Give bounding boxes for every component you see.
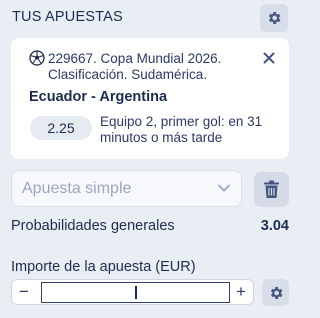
- soccer-ball-icon: [29, 50, 45, 66]
- bet-slip-title: TUS APUESTAS: [12, 9, 123, 25]
- event-name: 229667. Copa Mundial 2026. Clasificación…: [48, 51, 222, 82]
- stake-input[interactable]: [41, 282, 230, 303]
- stake-settings-button[interactable]: [262, 279, 289, 306]
- stake-label: Importe de la apuesta (EUR): [11, 259, 196, 275]
- overall-odds-value: 3.04: [260, 218, 289, 234]
- header-settings-button[interactable]: [260, 4, 288, 32]
- overall-odds-label: Probabilidades generales: [11, 218, 175, 234]
- bet-type-select[interactable]: Apuesta simple: [11, 170, 242, 207]
- gear-icon: [268, 12, 281, 24]
- stake-decrease-button[interactable]: −: [12, 280, 36, 304]
- bet-type-value: Apuesta simple: [22, 180, 132, 197]
- text-caret: [135, 286, 137, 299]
- bet-slip-header: TUS APUESTAS: [0, 0, 300, 34]
- stake-increase-button[interactable]: +: [229, 280, 253, 304]
- close-icon[interactable]: [262, 51, 276, 65]
- bet-card: 229667. Copa Mundial 2026. Clasificación…: [11, 38, 289, 159]
- gear-icon: [270, 286, 282, 299]
- delete-bets-button[interactable]: [254, 172, 289, 207]
- chevron-down-icon: [218, 184, 230, 192]
- match-name: Ecuador - Argentina: [29, 89, 168, 105]
- selection-text: Equipo 2, primer gol: en 31 minutos o má…: [100, 114, 263, 145]
- trash-icon: [264, 180, 279, 198]
- stake-control: − +: [11, 279, 254, 305]
- odds-badge: 2.25: [30, 116, 92, 140]
